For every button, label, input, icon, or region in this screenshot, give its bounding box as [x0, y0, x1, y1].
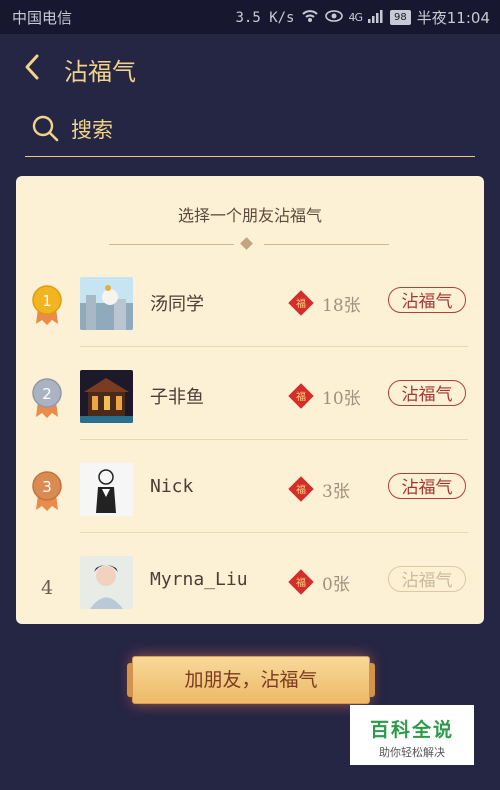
watermark-logo: 百科全说 助你轻松解决 — [350, 705, 474, 765]
card-count: 18张 — [322, 296, 361, 316]
fu-diamond-icon: 福 — [288, 383, 314, 409]
avatar[interactable] — [80, 370, 133, 423]
diamond-ornament-icon — [240, 237, 253, 250]
status-bar: 中国电信 3.5 K/s 4G 98 半夜11:04 — [0, 0, 500, 34]
friend-row[interactable]: 4 Myrna_Liu 福 0张 沾福气 — [16, 551, 484, 644]
gold-medal-icon: 1 — [30, 284, 64, 326]
signal-type: 4G — [348, 11, 363, 24]
zhan-fuqi-button[interactable]: 沾福气 — [388, 380, 466, 406]
search-bar — [25, 108, 475, 157]
eye-icon — [324, 9, 343, 27]
svg-text:福: 福 — [296, 390, 306, 403]
watermark-subtitle: 助你轻松解决 — [379, 746, 445, 759]
row-divider — [80, 346, 468, 347]
clock: 半夜11:04 — [416, 9, 490, 27]
friend-name: Nick — [150, 476, 194, 497]
friend-name: 子非鱼 — [150, 387, 204, 408]
zhan-fuqi-button[interactable]: 沾福气 — [388, 473, 466, 499]
back-chevron-left-icon[interactable] — [20, 52, 46, 82]
search-input[interactable] — [69, 112, 453, 148]
row-divider — [80, 439, 468, 440]
medal-rank: 3 — [42, 478, 52, 496]
friend-name: Myrna_Liu — [150, 569, 248, 590]
fu-diamond-icon: 福 — [288, 569, 314, 595]
page-title: 沾福气 — [64, 58, 136, 86]
zhan-fuqi-button[interactable]: 沾福气 — [388, 287, 466, 313]
add-friends-button[interactable]: 加朋友，沾福气 — [127, 656, 375, 704]
wifi-icon — [301, 8, 319, 28]
card-count: 3张 — [322, 482, 350, 502]
svg-text:福: 福 — [296, 297, 306, 310]
search-icon[interactable] — [31, 114, 59, 142]
friend-row[interactable]: 2 子非鱼 福 10张 沾福气 — [16, 365, 484, 458]
row-divider — [80, 532, 468, 533]
carrier-label: 中国电信 — [12, 9, 73, 27]
svg-text:福: 福 — [296, 576, 306, 589]
signal-icon — [368, 9, 384, 27]
avatar[interactable] — [80, 463, 133, 516]
friend-row[interactable]: 3 Nick 福 3张 沾福气 — [16, 458, 484, 551]
card-count: 0张 — [322, 575, 350, 595]
divider-left — [109, 244, 234, 245]
bronze-medal-icon: 3 — [30, 470, 64, 512]
watermark-title: 百科全说 — [369, 719, 454, 741]
friend-name: 汤同学 — [150, 294, 204, 315]
silver-medal-icon: 2 — [30, 377, 64, 419]
net-speed: 3.5 K/s — [235, 9, 295, 26]
status-right: 3.5 K/s 4G 98 半夜11:04 — [235, 7, 490, 28]
medal-rank: 2 — [42, 385, 52, 403]
friends-card: 选择一个朋友沾福气 1 汤同学 福 18张 沾福气 2 子非鱼 福 10张 沾福… — [16, 176, 484, 624]
divider-right — [264, 244, 389, 245]
friend-row[interactable]: 1 汤同学 福 18张 沾福气 — [16, 272, 484, 365]
svg-text:福: 福 — [296, 483, 306, 496]
app-header: 沾福气 — [0, 34, 500, 104]
zhan-fuqi-button-disabled[interactable]: 沾福气 — [388, 566, 466, 592]
avatar[interactable] — [80, 556, 133, 609]
rank-number: 4 — [40, 577, 54, 599]
battery-level: 98 — [390, 10, 411, 25]
fu-diamond-icon: 福 — [288, 290, 314, 316]
avatar[interactable] — [80, 277, 133, 330]
fu-diamond-icon: 福 — [288, 476, 314, 502]
medal-rank: 1 — [42, 292, 52, 310]
card-title: 选择一个朋友沾福气 — [177, 206, 322, 225]
card-count: 10张 — [322, 389, 361, 409]
